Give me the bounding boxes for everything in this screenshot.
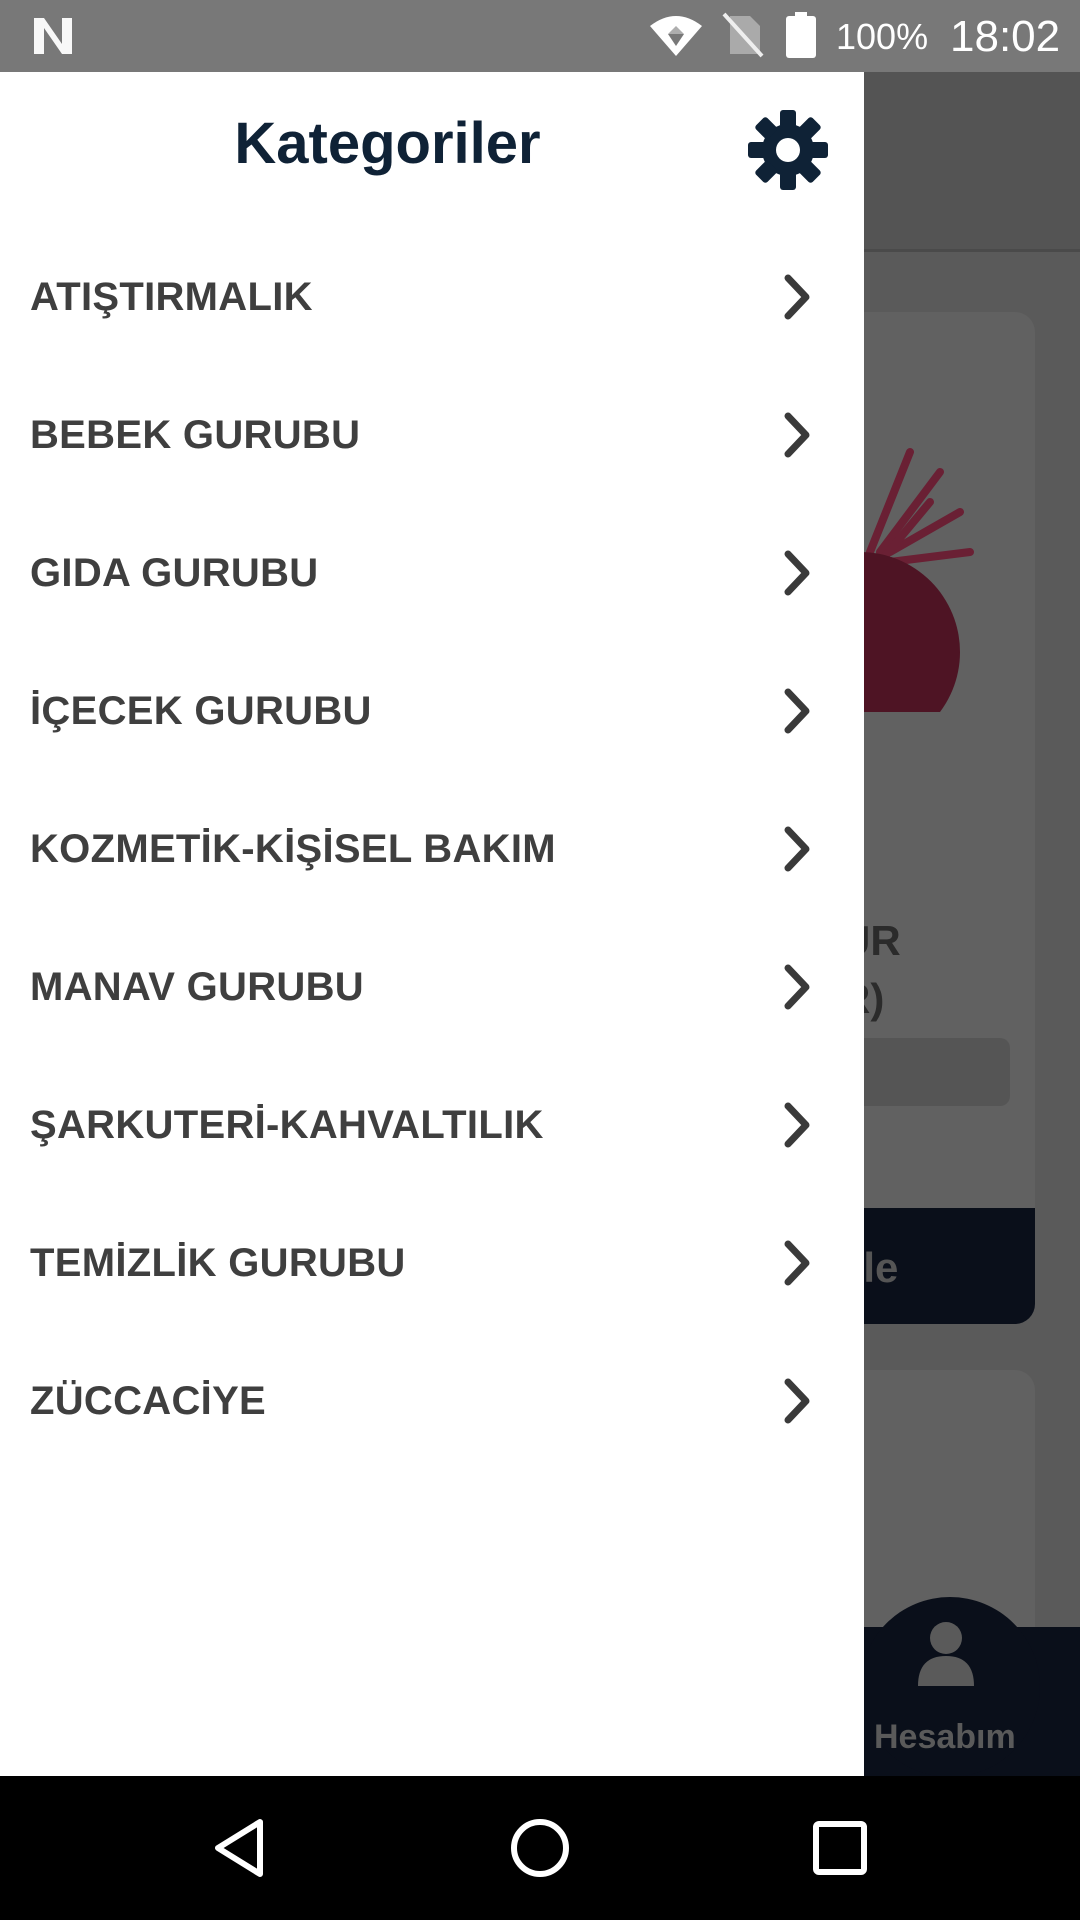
category-item-kozmetik[interactable]: KOZMETİK-KİŞİSEL BAKIM: [0, 780, 864, 918]
category-label: TEMİZLİK GURUBU: [30, 1240, 406, 1285]
user-icon: [918, 1622, 974, 1686]
category-label: ŞARKUTERİ-KAHVALTILIK: [30, 1102, 544, 1147]
category-label: İÇECEK GURUBU: [30, 688, 372, 733]
navigation-bar: [0, 1776, 1080, 1920]
category-item-manav-gurubu[interactable]: MANAV GURUBU: [0, 918, 864, 1056]
chevron-right-icon: [784, 274, 810, 320]
drawer-title: Kategoriler: [234, 111, 541, 176]
category-item-atistirmalik[interactable]: ATIŞTIRMALIK: [0, 228, 864, 366]
wifi-icon: [650, 16, 702, 56]
recents-icon[interactable]: [804, 1812, 876, 1884]
account-label: Hesabım: [874, 1718, 1016, 1756]
battery-percent: 100%: [836, 16, 929, 57]
beetroot-image: [850, 448, 974, 712]
category-label: ATIŞTIRMALIK: [30, 274, 313, 319]
category-item-zuccaciye[interactable]: ZÜCCACİYE: [0, 1332, 864, 1470]
home-icon[interactable]: [504, 1812, 576, 1884]
gear-icon[interactable]: [746, 108, 830, 192]
status-clock: 18:02: [950, 12, 1061, 61]
category-drawer: Kategoriler ATIŞTIRMALIK BEBEK GURUBU GI…: [0, 72, 864, 1776]
status-bar: 100% 18:02: [0, 0, 1080, 72]
category-label: KOZMETİK-KİŞİSEL BAKIM: [30, 826, 556, 871]
battery-icon: [786, 12, 816, 58]
chevron-right-icon: [784, 688, 810, 734]
category-item-sarkuteri[interactable]: ŞARKUTERİ-KAHVALTILIK: [0, 1056, 864, 1194]
chevron-right-icon: [784, 964, 810, 1010]
category-item-bebek-gurubu[interactable]: BEBEK GURUBU: [0, 366, 864, 504]
category-list: ATIŞTIRMALIK BEBEK GURUBU GIDA GURUBU İÇ…: [0, 228, 864, 1470]
chevron-right-icon: [784, 412, 810, 458]
back-icon[interactable]: [204, 1812, 276, 1884]
category-label: MANAV GURUBU: [30, 964, 364, 1009]
screen: 100% 18:02 UR R) kle: [0, 0, 1080, 1920]
category-item-gida-gurubu[interactable]: GIDA GURUBU: [0, 504, 864, 642]
category-label: ZÜCCACİYE: [30, 1378, 267, 1423]
n-logo-icon: [34, 18, 72, 54]
chevron-right-icon: [784, 550, 810, 596]
chevron-right-icon: [784, 1240, 810, 1286]
no-sim-icon: [722, 12, 764, 58]
category-item-temizlik-gurubu[interactable]: TEMİZLİK GURUBU: [0, 1194, 864, 1332]
chevron-right-icon: [784, 1102, 810, 1148]
chevron-right-icon: [784, 826, 810, 872]
category-item-icecek-gurubu[interactable]: İÇECEK GURUBU: [0, 642, 864, 780]
category-label: BEBEK GURUBU: [30, 412, 361, 457]
category-label: GIDA GURUBU: [30, 550, 319, 595]
chevron-right-icon: [784, 1378, 810, 1424]
